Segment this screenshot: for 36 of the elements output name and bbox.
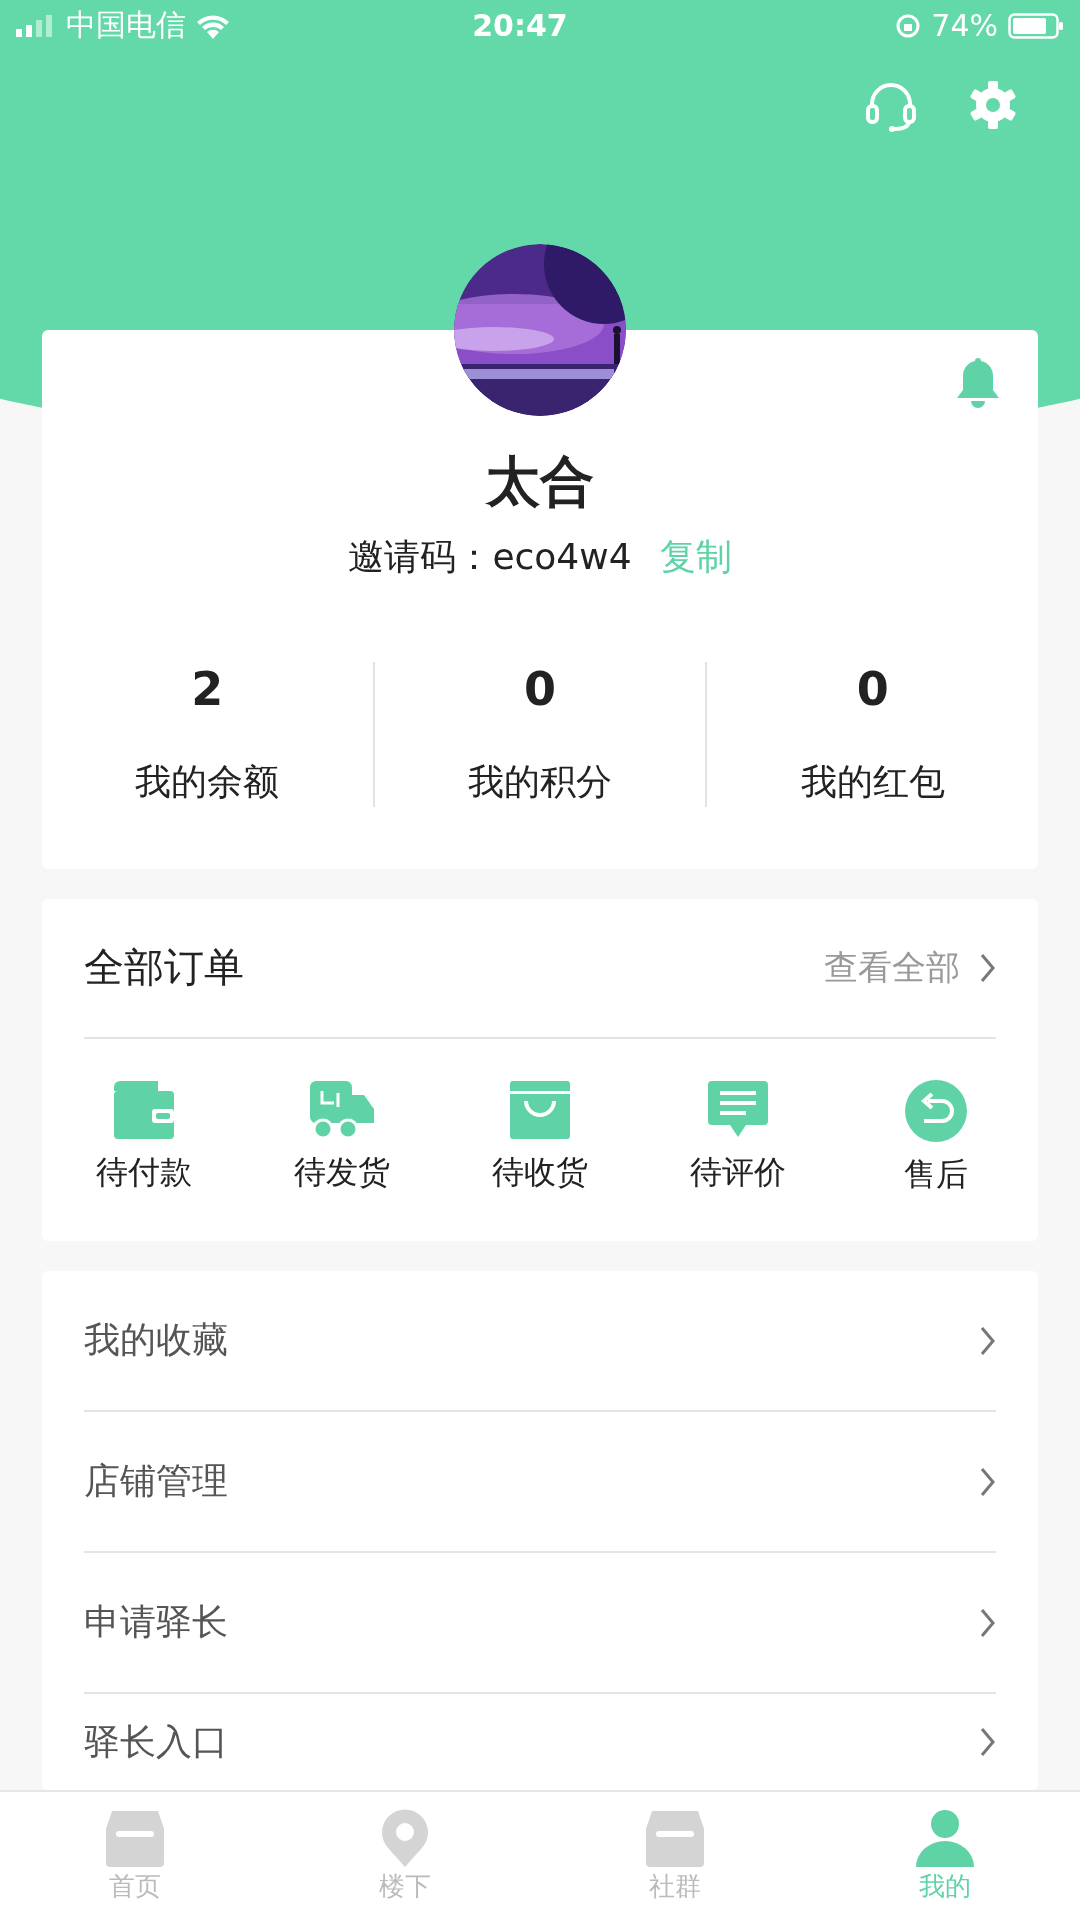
order-status-item[interactable]: 待付款 bbox=[84, 1078, 204, 1197]
battery-icon bbox=[1008, 12, 1064, 39]
order-status-item[interactable]: 待收货 bbox=[480, 1078, 600, 1197]
shopping-bag-icon bbox=[508, 1078, 572, 1141]
status-time: 20:47 bbox=[472, 8, 568, 44]
stat-label[interactable]: 我的余额 bbox=[135, 758, 280, 808]
return-icon bbox=[904, 1078, 968, 1143]
chevron-icon bbox=[980, 1325, 996, 1356]
stat-value: 0 bbox=[524, 662, 556, 717]
section-title: 全部订单 bbox=[84, 943, 245, 993]
wallet-icon bbox=[112, 1078, 176, 1141]
rotation-lock-icon bbox=[895, 12, 922, 39]
stat-label[interactable]: 我的红包 bbox=[800, 758, 945, 808]
bell-icon[interactable] bbox=[954, 356, 1002, 409]
chevron-icon bbox=[980, 1466, 996, 1497]
user-name: 太合 bbox=[486, 449, 594, 516]
stat-label[interactable]: 我的积分 bbox=[468, 758, 612, 808]
menu-item[interactable]: 驿长入口 bbox=[84, 1694, 996, 1791]
menu-item[interactable]: 店铺管理 bbox=[84, 1412, 996, 1554]
chevron-icon bbox=[980, 1607, 996, 1638]
battery-percent: 74% bbox=[931, 8, 998, 44]
menu-item[interactable]: 申请驿长 bbox=[84, 1553, 996, 1695]
invite-code: 邀请码：eco4w4 bbox=[348, 535, 632, 580]
shop-icon bbox=[104, 1808, 166, 1867]
person-icon bbox=[914, 1808, 976, 1867]
chevron-icon bbox=[980, 1727, 996, 1758]
stat-value: 2 bbox=[191, 662, 224, 717]
order-status-item[interactable]: 待发货 bbox=[282, 1078, 402, 1197]
carrier-name: 中国电信 bbox=[66, 6, 186, 45]
order-status-item[interactable]: 待评价 bbox=[678, 1078, 798, 1197]
settings-icon[interactable] bbox=[968, 80, 1018, 131]
order-status-item[interactable]: 售后 bbox=[876, 1078, 996, 1197]
shop-icon bbox=[644, 1808, 706, 1867]
menu-item[interactable]: 我的收藏 bbox=[84, 1271, 996, 1413]
chevron-icon bbox=[980, 952, 996, 983]
stat-value: 0 bbox=[856, 662, 889, 717]
